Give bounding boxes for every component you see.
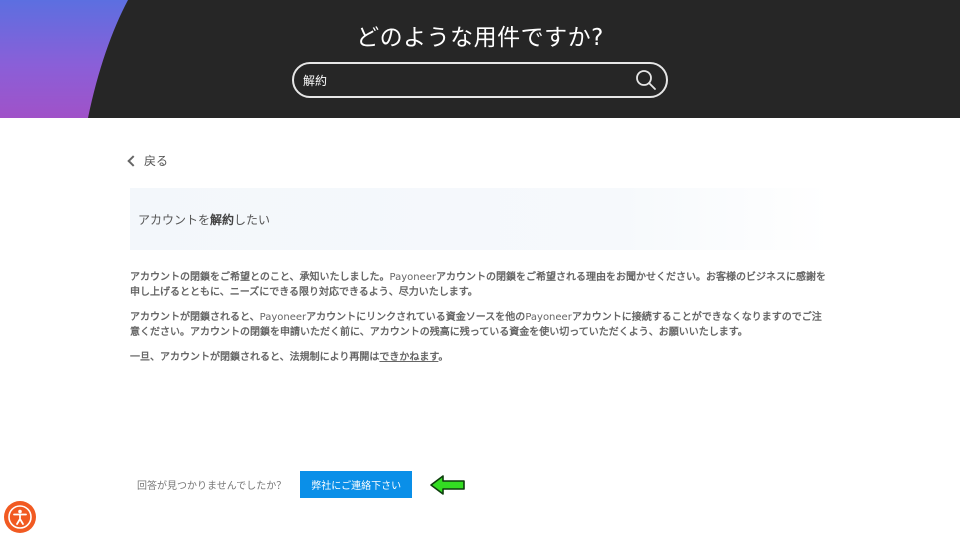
search-input[interactable] xyxy=(294,64,626,96)
chevron-left-icon xyxy=(127,155,139,167)
arrow-left-icon xyxy=(430,475,465,495)
accessibility-icon xyxy=(8,505,32,529)
back-link[interactable]: 戻る xyxy=(127,152,169,169)
article-paragraph-2: アカウントが閉鎖されると、Payoneerアカウントにリンクされている資金ソース… xyxy=(130,310,830,340)
article-paragraph-1: アカウントの閉鎖をご希望とのこと、承知いたしました。Payoneerアカウントの… xyxy=(130,270,830,300)
search-icon xyxy=(636,70,656,90)
contact-footer: 回答が見つかりませんでしたか？ 弊社にご連絡下さい xyxy=(137,471,413,498)
p3-underlined-text: できかねます xyxy=(379,352,439,363)
question-heading: アカウントを 解約 したい xyxy=(130,188,830,250)
contact-us-button[interactable]: 弊社にご連絡下さい xyxy=(300,471,413,498)
p1-brand: Payoneer xyxy=(389,272,437,283)
p1-text-a: アカウントの閉鎖をご希望とのこと、承知いたしました。 xyxy=(130,272,390,283)
p2-text-a: アカウントが閉鎖されると、 xyxy=(130,312,260,323)
p3-text-a: 一旦、アカウントが閉鎖されると、法規制により再開は xyxy=(130,352,380,363)
header-banner: どのような用件ですか? xyxy=(0,0,960,118)
search-button[interactable] xyxy=(626,64,666,96)
back-link-label: 戻る xyxy=(144,154,169,168)
accessibility-button[interactable] xyxy=(4,501,36,533)
p2-text-b: アカウントにリンクされている資金ソースを他の xyxy=(306,312,526,323)
article-paragraph-3: 一旦、アカウントが閉鎖されると、法規制により再開はできかねます。 xyxy=(130,350,830,365)
question-suffix: したい xyxy=(234,212,271,227)
p2-brand-2: Payoneer xyxy=(525,312,572,323)
p2-brand-1: Payoneer xyxy=(259,312,307,323)
question-keyword: 解約 xyxy=(210,212,235,227)
p3-text-b: 。 xyxy=(438,352,449,363)
not-found-prompt: 回答が見つかりませんでしたか？ xyxy=(137,481,287,492)
search-bar xyxy=(292,62,668,98)
page-title: どのような用件ですか? xyxy=(356,25,604,51)
question-prefix: アカウントを xyxy=(138,212,211,227)
article-body: アカウントの閉鎖をご希望とのこと、承知いたしました。Payoneerアカウントの… xyxy=(130,270,830,375)
